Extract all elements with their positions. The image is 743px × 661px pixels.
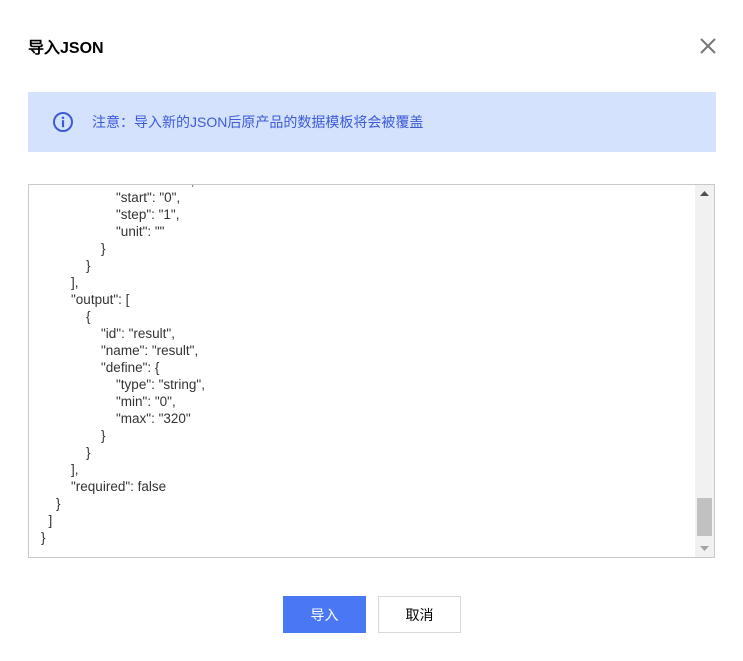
- cancel-button[interactable]: 取消: [378, 596, 461, 633]
- scroll-down-arrow-icon[interactable]: [695, 540, 714, 557]
- import-button[interactable]: 导入: [283, 596, 366, 633]
- scroll-up-arrow-icon[interactable]: [695, 185, 714, 202]
- info-circle-icon: [52, 111, 74, 133]
- close-icon[interactable]: [697, 35, 719, 57]
- warning-notice: 注意：导入新的JSON后原产品的数据模板将会被覆盖: [28, 92, 716, 152]
- json-editor-content[interactable]: "max": "100", "start": "0", "step": "1",…: [41, 185, 205, 546]
- scrollbar-thumb[interactable]: [697, 498, 712, 536]
- dialog-title: 导入JSON: [28, 40, 104, 57]
- editor-scrollbar[interactable]: [695, 185, 714, 557]
- json-editor[interactable]: "max": "100", "start": "0", "step": "1",…: [28, 184, 715, 558]
- import-json-dialog: 导入JSON 注意：导入新的JSON后原产品的数据模板将会被覆盖 "max": …: [0, 0, 743, 661]
- notice-text: 注意：导入新的JSON后原产品的数据模板将会被覆盖: [92, 114, 424, 130]
